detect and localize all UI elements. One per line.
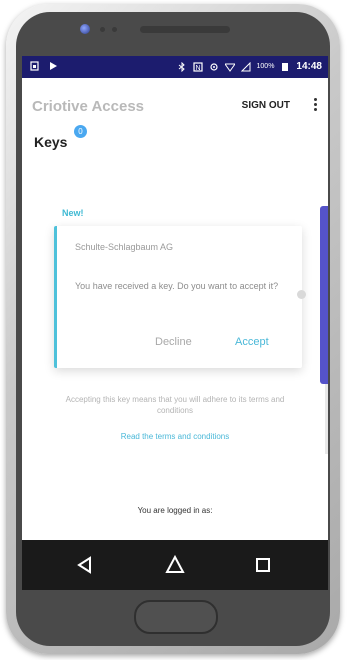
app-bar: Criotive Access SIGN OUT	[22, 78, 328, 128]
terms-note: Accepting this key means that you will a…	[65, 395, 285, 415]
navigation-bar	[22, 540, 328, 590]
nfc-icon: N	[192, 61, 203, 72]
battery-icon	[282, 62, 289, 71]
recent-apps-icon[interactable]	[252, 554, 274, 576]
card-drag-handle[interactable]	[297, 290, 306, 299]
home-icon[interactable]	[164, 554, 186, 576]
sim-icon	[30, 61, 39, 71]
play-icon	[50, 62, 57, 70]
front-camera	[80, 24, 90, 34]
wifi-icon	[224, 63, 235, 72]
hardware-home-button[interactable]	[134, 600, 218, 634]
bluetooth-icon	[178, 61, 185, 72]
back-icon[interactable]	[74, 554, 96, 576]
signal-icon	[240, 61, 251, 71]
sign-out-button[interactable]: SIGN OUT	[242, 100, 290, 111]
side-scroll-track	[325, 384, 328, 454]
keys-count-badge: 0	[74, 125, 87, 138]
phone-screen: N 100% 14:48 Criotive Access SIGN OUT Ke…	[22, 56, 328, 590]
keys-heading: Keys	[34, 134, 68, 150]
app-title: Criotive Access	[32, 98, 145, 115]
clock: 14:48	[296, 61, 322, 72]
earpiece-speaker	[140, 26, 230, 33]
svg-text:N: N	[195, 65, 200, 72]
sensor-dot	[112, 27, 117, 32]
key-issuer: Schulte-Schlagbaum AG	[75, 242, 174, 252]
key-offer-message: You have received a key. Do you want to …	[75, 281, 279, 291]
logged-in-label: You are logged in as:	[137, 506, 213, 515]
status-bar: N 100% 14:48	[22, 56, 328, 78]
key-offer-card: Schulte-Schlagbaum AG You have received …	[54, 226, 306, 368]
decline-button[interactable]: Decline	[155, 336, 192, 348]
terms-link[interactable]: Read the terms and conditions	[82, 432, 268, 441]
sync-icon	[209, 62, 218, 71]
new-key-label: New!	[62, 208, 84, 218]
battery-percent: 100%	[256, 63, 275, 70]
sensor-dot	[100, 27, 105, 32]
side-scroll-indicator[interactable]	[320, 206, 328, 384]
overflow-menu-icon[interactable]	[312, 96, 318, 114]
accept-button[interactable]: Accept	[235, 336, 269, 348]
